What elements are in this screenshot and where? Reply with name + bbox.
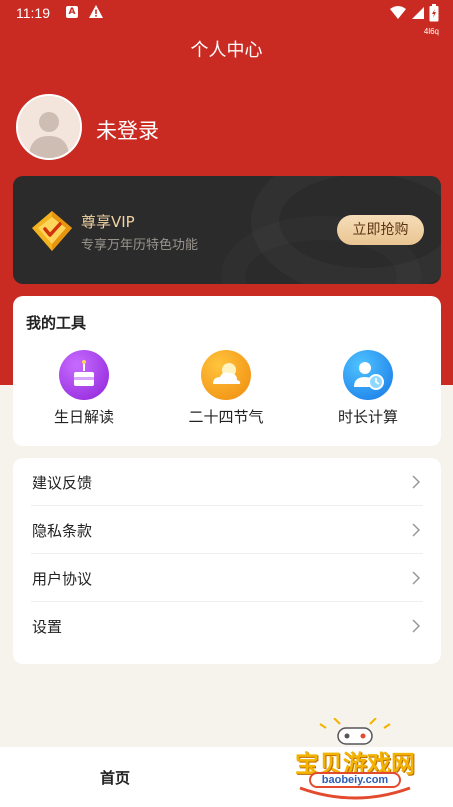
wifi-icon <box>389 6 406 19</box>
watermark-swoosh <box>299 786 411 800</box>
chevron-right-icon <box>412 571 421 585</box>
weather-sun-cloud-icon <box>201 350 251 400</box>
vip-diamond-icon <box>32 211 72 251</box>
birthday-cake-icon <box>59 350 109 400</box>
buy-vip-button[interactable]: 立即抢购 <box>337 215 424 245</box>
menu-item-feedback[interactable]: 建议反馈 <box>31 458 423 506</box>
tool-label: 时长计算 <box>337 408 398 426</box>
menu-card: 建议反馈 隐私条款 用户协议 设置 <box>13 458 441 664</box>
chevron-right-icon <box>412 475 421 489</box>
status-bar: 11:19 A 4l6q <box>0 0 453 36</box>
menu-item-label: 用户协议 <box>32 570 93 588</box>
status-icons <box>389 4 439 22</box>
tool-solar-terms[interactable]: 二十四节气 <box>176 350 276 427</box>
login-status-text[interactable]: 未登录 <box>96 115 159 145</box>
tool-label: 生日解读 <box>53 408 114 426</box>
cellular-signal-icon <box>411 7 424 19</box>
warning-icon <box>89 5 103 18</box>
tool-duration-calculator[interactable]: 时长计算 <box>318 350 418 427</box>
person-avatar-icon <box>18 96 80 158</box>
watermark: 宝贝游戏网 baobeiy.com <box>280 718 430 804</box>
menu-item-user-agreement[interactable]: 用户协议 <box>31 554 423 602</box>
menu-item-label: 隐私条款 <box>32 522 93 540</box>
tools-title: 我的工具 <box>26 314 87 332</box>
tools-card: 我的工具 生日解读 二十四节气 时长计算 <box>13 296 441 446</box>
status-time: 11:19 <box>16 5 50 21</box>
nav-home-tab[interactable]: 首页 <box>100 767 130 788</box>
vip-title: 尊享VIP <box>81 213 135 231</box>
avatar[interactable] <box>16 94 82 160</box>
network-speed-label: 4l6q <box>423 27 439 36</box>
page-title: 个人中心 <box>190 40 263 61</box>
person-clock-icon <box>343 350 393 400</box>
menu-item-label: 建议反馈 <box>32 474 93 492</box>
menu-item-settings[interactable]: 设置 <box>31 602 423 650</box>
menu-item-label: 设置 <box>32 618 63 636</box>
battery-icon <box>429 4 439 22</box>
menu-item-privacy[interactable]: 隐私条款 <box>31 506 423 554</box>
tool-birthday-reading[interactable]: 生日解读 <box>34 350 134 427</box>
chevron-right-icon <box>412 523 421 537</box>
tool-label: 二十四节气 <box>188 408 264 426</box>
vip-card[interactable]: 尊享VIP 专享万年历特色功能 立即抢购 <box>13 176 441 284</box>
chevron-right-icon <box>412 619 421 633</box>
vip-subtitle: 专享万年历特色功能 <box>81 238 199 253</box>
notification-a-icon: A <box>66 6 78 18</box>
